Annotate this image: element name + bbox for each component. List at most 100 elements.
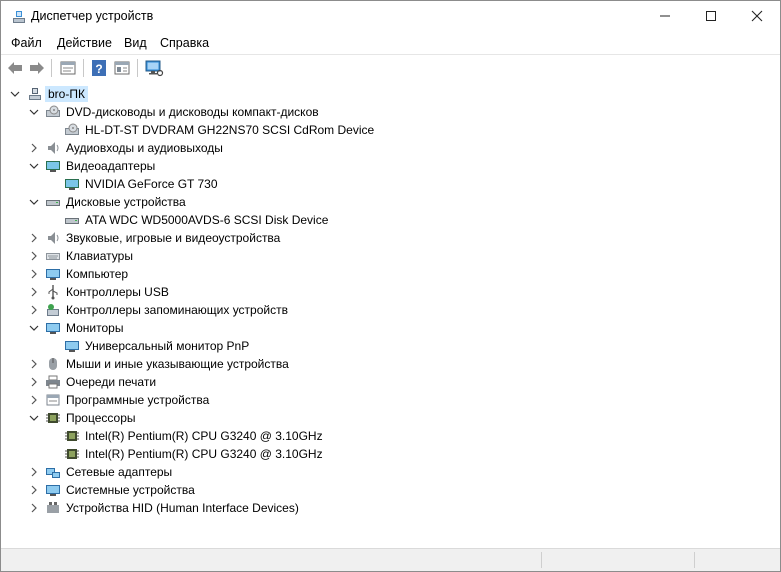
- svg-text:?: ?: [95, 62, 102, 76]
- software-device-icon: [45, 392, 61, 408]
- tree-device[interactable]: HL-DT-ST DVDRAM GH22NS70 SCSI CdRom Devi…: [1, 121, 780, 139]
- toolbar: ?: [1, 54, 780, 83]
- chevron-right-icon[interactable]: [29, 142, 39, 153]
- disk-drive-icon: [45, 194, 61, 210]
- computer-icon: [27, 86, 43, 102]
- menu-action[interactable]: Действие: [57, 36, 112, 50]
- dvd-drive-icon: [45, 104, 61, 120]
- maximize-button[interactable]: [688, 1, 734, 32]
- chevron-right-icon[interactable]: [29, 394, 39, 405]
- menu-view[interactable]: Вид: [124, 36, 147, 50]
- chevron-right-icon[interactable]: [29, 286, 39, 297]
- tree-device-label: Универсальный монитор PnP: [85, 339, 250, 353]
- menu-help[interactable]: Справка: [160, 36, 209, 50]
- close-button[interactable]: [734, 1, 780, 32]
- back-arrow-icon[interactable]: [5, 58, 25, 78]
- chevron-down-icon[interactable]: [29, 322, 39, 332]
- device-manager-icon: [11, 9, 27, 25]
- menu-bar: Файл Действие Вид Справка: [1, 32, 780, 54]
- disk-drive-icon: [64, 212, 80, 228]
- chevron-right-icon[interactable]: [29, 376, 39, 387]
- menu-file[interactable]: Файл: [11, 36, 42, 50]
- tree-category-label: Дисковые устройства: [66, 195, 186, 209]
- chevron-right-icon[interactable]: [29, 502, 39, 513]
- tree-category[interactable]: Системные устройства: [1, 481, 780, 499]
- tree-category[interactable]: Звуковые, игровые и видеоустройства: [1, 229, 780, 247]
- chevron-right-icon[interactable]: [29, 250, 39, 261]
- chevron-right-icon[interactable]: [29, 484, 39, 495]
- tree-category-label: DVD-дисководы и дисководы компакт-дисков: [66, 105, 319, 119]
- cpu-icon: [45, 410, 61, 426]
- chevron-right-icon[interactable]: [29, 268, 39, 279]
- properties-icon[interactable]: [58, 58, 78, 78]
- printer-icon: [45, 374, 61, 390]
- tree-category[interactable]: Устройства HID (Human Interface Devices): [1, 499, 780, 517]
- tree-category[interactable]: Очереди печати: [1, 373, 780, 391]
- device-tree[interactable]: bro-ПК DVD-дисководы и дисководы компакт…: [1, 82, 780, 549]
- display-adapter-icon: [45, 158, 61, 174]
- cpu-icon: [64, 428, 80, 444]
- help-icon[interactable]: ?: [89, 58, 109, 78]
- computer-icon: [45, 266, 61, 282]
- status-divider: [541, 552, 542, 568]
- chevron-down-icon[interactable]: [29, 160, 39, 170]
- tree-category[interactable]: Мониторы: [1, 319, 780, 337]
- minimize-button[interactable]: [642, 1, 688, 32]
- chevron-right-icon[interactable]: [29, 232, 39, 243]
- tree-category[interactable]: Мыши и иные указывающие устройства: [1, 355, 780, 373]
- tree-root[interactable]: bro-ПК: [1, 85, 780, 103]
- mouse-icon: [45, 356, 61, 372]
- chevron-right-icon[interactable]: [29, 466, 39, 477]
- keyboard-icon: [45, 248, 61, 264]
- tree-category[interactable]: Компьютер: [1, 265, 780, 283]
- cpu-icon: [64, 446, 80, 462]
- tree-category[interactable]: Клавиатуры: [1, 247, 780, 265]
- display-adapter-icon: [64, 176, 80, 192]
- tree-category[interactable]: Процессоры: [1, 409, 780, 427]
- monitor-icon: [64, 338, 80, 354]
- forward-arrow-icon[interactable]: [27, 58, 47, 78]
- tree-root-label: bro-ПК: [45, 86, 88, 102]
- tree-category[interactable]: Контроллеры USB: [1, 283, 780, 301]
- tree-category[interactable]: Дисковые устройства: [1, 193, 780, 211]
- tree-category[interactable]: Программные устройства: [1, 391, 780, 409]
- tree-category-label: Сетевые адаптеры: [66, 465, 173, 479]
- tree-category-label: Программные устройства: [66, 393, 210, 407]
- chevron-right-icon[interactable]: [29, 358, 39, 369]
- dvd-drive-icon: [64, 122, 80, 138]
- tree-device[interactable]: Intel(R) Pentium(R) CPU G3240 @ 3.10GHz: [1, 445, 780, 463]
- monitor-icon: [45, 320, 61, 336]
- tree-category-label: Клавиатуры: [66, 249, 133, 263]
- tree-category-label: Устройства HID (Human Interface Devices): [66, 501, 299, 515]
- tree-device[interactable]: ATA WDC WD5000AVDS-6 SCSI Disk Device: [1, 211, 780, 229]
- tree-device[interactable]: Универсальный монитор PnP: [1, 337, 780, 355]
- tree-category[interactable]: DVD-дисководы и дисководы компакт-дисков: [1, 103, 780, 121]
- details-icon[interactable]: [112, 58, 132, 78]
- tree-category-label: Компьютер: [66, 267, 129, 281]
- tree-category[interactable]: Аудиовходы и аудиовыходы: [1, 139, 780, 157]
- chevron-down-icon[interactable]: [29, 106, 39, 116]
- tree-category[interactable]: Сетевые адаптеры: [1, 463, 780, 481]
- status-divider: [694, 552, 695, 568]
- system-device-icon: [45, 482, 61, 498]
- hid-icon: [45, 500, 61, 516]
- chevron-down-icon[interactable]: [29, 196, 39, 206]
- chevron-down-icon[interactable]: [29, 412, 39, 422]
- tree-device-label: HL-DT-ST DVDRAM GH22NS70 SCSI CdRom Devi…: [85, 123, 375, 137]
- tree-device[interactable]: Intel(R) Pentium(R) CPU G3240 @ 3.10GHz: [1, 427, 780, 445]
- tree-category[interactable]: Видеоадаптеры: [1, 157, 780, 175]
- chevron-right-icon[interactable]: [29, 304, 39, 315]
- tree-device[interactable]: NVIDIA GeForce GT 730: [1, 175, 780, 193]
- title-bar: Диспетчер устройств: [1, 1, 780, 32]
- storage-controller-icon: [45, 302, 61, 318]
- tree-category[interactable]: Контроллеры запоминающих устройств: [1, 301, 780, 319]
- tree-category-label: Мыши и иные указывающие устройства: [66, 357, 289, 371]
- speaker-icon: [45, 140, 61, 156]
- status-bar: [1, 548, 780, 571]
- tree-device-label: ATA WDC WD5000AVDS-6 SCSI Disk Device: [85, 213, 329, 227]
- window-title: Диспетчер устройств: [31, 9, 154, 23]
- tree-category-label: Процессоры: [66, 411, 136, 425]
- monitor-scan-icon[interactable]: [144, 58, 164, 78]
- tree-category-label: Аудиовходы и аудиовыходы: [66, 141, 223, 155]
- chevron-down-icon[interactable]: [10, 88, 20, 98]
